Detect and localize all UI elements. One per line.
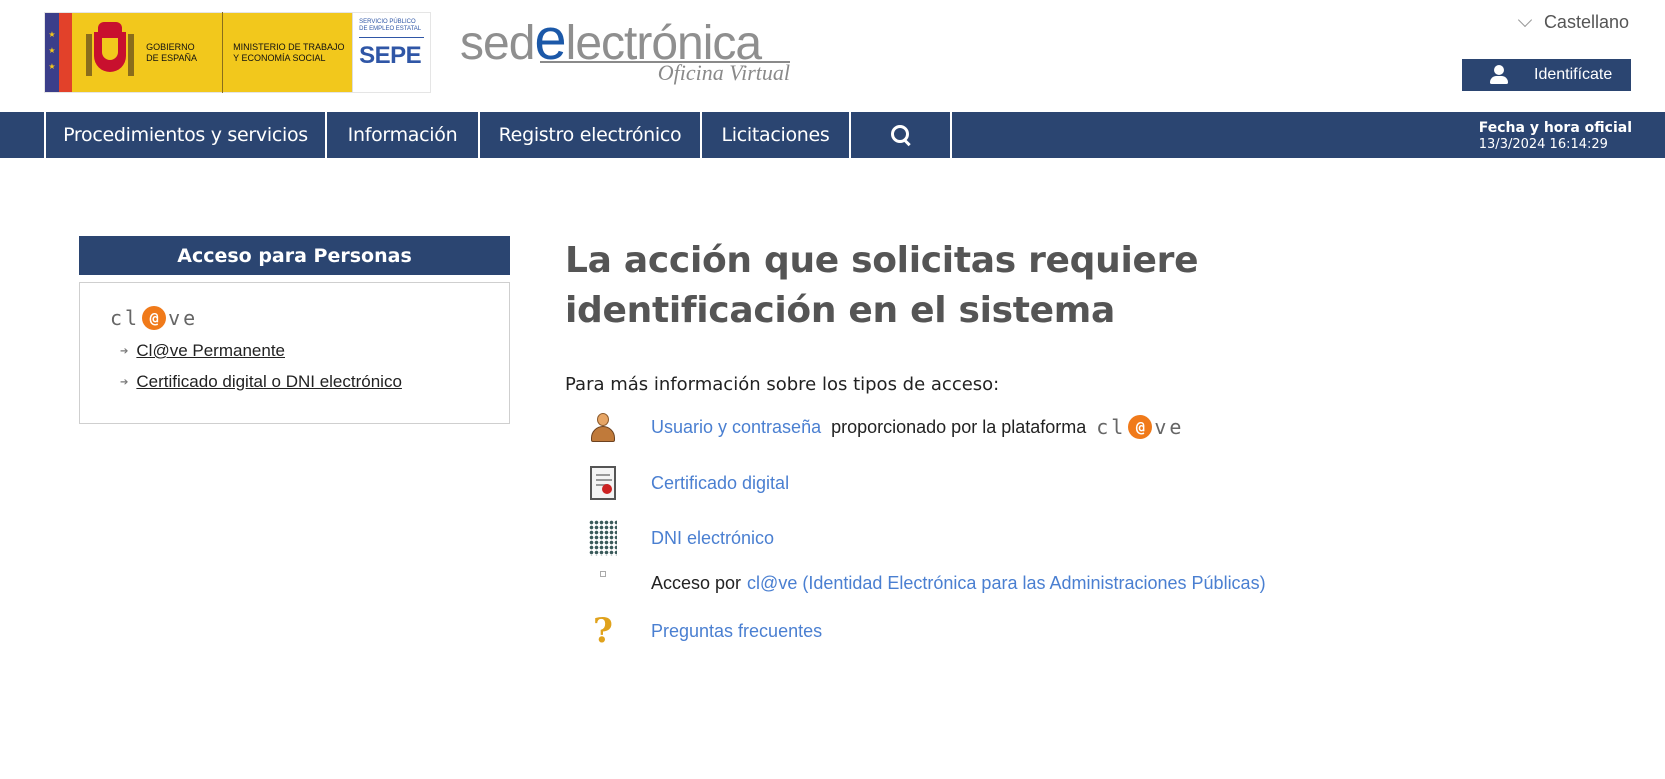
- nav-item-label: Registro electrónico: [498, 124, 682, 146]
- clave-at-icon: @: [142, 306, 167, 330]
- arrow-right-icon: ➔: [120, 345, 129, 357]
- nav-item-registro[interactable]: Registro electrónico: [478, 112, 700, 158]
- dni-link[interactable]: DNI electrónico: [651, 528, 774, 549]
- faq-link[interactable]: Preguntas frecuentes: [651, 621, 822, 642]
- gobierno-text: GOBIERNO DE ESPAÑA: [146, 41, 197, 63]
- intro-text: Para más información sobre los tipos de …: [565, 374, 1000, 395]
- clave-logo: cl @ ve: [1096, 415, 1185, 439]
- main-nav: Procedimientos y servicios Información R…: [0, 112, 1665, 158]
- question-icon: ?: [593, 611, 613, 651]
- clave-info-link[interactable]: cl@ve (Identidad Electrónica para las Ad…: [747, 573, 1266, 594]
- login-button[interactable]: Identifícate: [1462, 59, 1631, 91]
- small-image-icon: [587, 565, 619, 601]
- option-dni: DNI electrónico: [587, 520, 774, 556]
- link-label: Certificado digital o DNI electrónico: [136, 372, 402, 391]
- option-faq: ? Preguntas frecuentes: [587, 613, 822, 649]
- arrow-right-icon: ➔: [120, 376, 129, 388]
- clock-title: Fecha y hora oficial: [1478, 120, 1632, 136]
- nav-item-label: Procedimientos y servicios: [63, 124, 308, 146]
- coat-of-arms-icon: [84, 21, 136, 84]
- oficina-virtual-subtitle: Oficina Virtual: [657, 60, 790, 85]
- certificate-icon: [587, 465, 619, 501]
- nav-item-label: Licitaciones: [721, 124, 830, 146]
- sepe-full-name: SERVICIO PÚBLICO DE EMPLEO ESTATAL: [359, 19, 422, 32]
- option-certificado: Certificado digital: [587, 465, 789, 501]
- nav-divider: [950, 112, 952, 158]
- clave-prefix: Acceso por: [651, 572, 742, 593]
- sepe-acronym: SEPE: [359, 42, 422, 69]
- dni-chip-icon: [587, 520, 619, 556]
- clave-at-icon: @: [1128, 415, 1153, 439]
- government-logo[interactable]: ★ ★ ★ GOBIERNO DE ESPAÑA MINISTERIO DE T…: [44, 12, 431, 93]
- user-icon: [587, 409, 619, 445]
- sede-electronica-logo[interactable]: sedelectrónica Oficina Virtual: [460, 11, 790, 88]
- option-usuario: Usuario y contraseña proporcionado por l…: [587, 409, 1184, 445]
- official-clock: Fecha y hora oficial 13/3/2024 16:14:29: [1479, 120, 1632, 152]
- certificado-link[interactable]: Certificado digital: [651, 473, 789, 494]
- user-icon: [1490, 65, 1508, 85]
- eu-stars: ★ ★ ★: [48, 30, 56, 71]
- nav-search-button[interactable]: [849, 112, 950, 158]
- language-label: Castellano: [1543, 12, 1629, 32]
- option-clave: Acceso por cl@ve (Identidad Electrónica …: [587, 565, 1266, 601]
- clave-logo: cl @ ve: [110, 306, 199, 330]
- clock-value: 13/3/2024 16:14:29: [1478, 137, 1608, 152]
- nav-item-informacion[interactable]: Información: [325, 112, 478, 158]
- panel-title: Acceso para Personas: [79, 236, 510, 275]
- site-header: ★ ★ ★ GOBIERNO DE ESPAÑA MINISTERIO DE T…: [0, 0, 1665, 112]
- search-icon: [890, 124, 912, 146]
- usuario-text: proporcionado por la plataforma: [831, 416, 1087, 437]
- nav-item-label: Información: [347, 124, 458, 146]
- clave-permanente-link[interactable]: ➔ Cl@ve Permanente: [120, 341, 285, 361]
- gobierno-block: GOBIERNO DE ESPAÑA MINISTERIO DE TRABAJO…: [72, 12, 353, 93]
- usuario-link[interactable]: Usuario y contraseña: [651, 417, 821, 438]
- ministerio-text: MINISTERIO DE TRABAJO Y ECONOMÍA SOCIAL: [222, 12, 352, 93]
- language-selector[interactable]: Castellano: [1517, 12, 1629, 33]
- sepe-logo: SERVICIO PÚBLICO DE EMPLEO ESTATAL SEPE: [352, 13, 430, 92]
- link-label: Cl@ve Permanente: [136, 341, 285, 360]
- chevron-down-icon: [1517, 12, 1533, 28]
- nav-item-procedimientos[interactable]: Procedimientos y servicios: [44, 112, 325, 158]
- nav-item-licitaciones[interactable]: Licitaciones: [700, 112, 849, 158]
- certificado-dni-link[interactable]: ➔ Certificado digital o DNI electrónico: [120, 372, 402, 392]
- login-label: Identifícate: [1534, 66, 1613, 83]
- access-panel: cl @ ve ➔ Cl@ve Permanente ➔ Certificado d…: [79, 282, 510, 424]
- eu-flag-strip: ★ ★ ★: [45, 13, 73, 92]
- page-title: La acción que solicitas requiere identif…: [565, 240, 1199, 331]
